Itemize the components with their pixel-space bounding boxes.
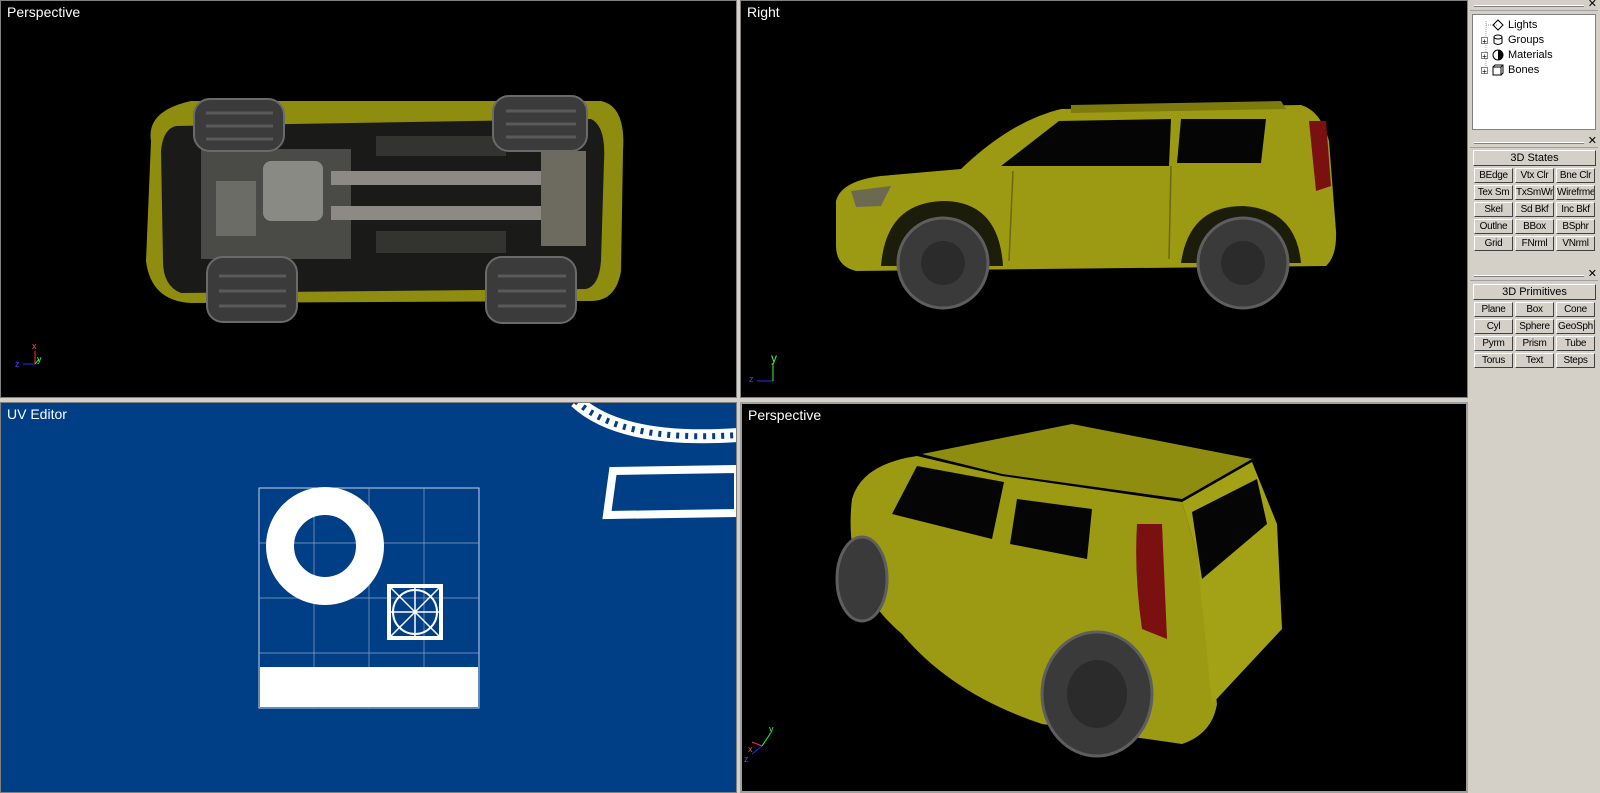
primitives-header-button[interactable]: 3D Primitives [1473, 284, 1596, 300]
axis-label-x: x [748, 744, 753, 754]
viewport-title: Perspective [748, 407, 822, 423]
states-button-tex-sm[interactable]: Tex Sm [1474, 185, 1513, 200]
axis-label-y: y [771, 351, 777, 365]
viewport-title: UV Editor [7, 406, 67, 422]
expand-icon[interactable]: + [1481, 36, 1488, 45]
states-button-vtx-clr[interactable]: Vtx Clr [1515, 168, 1554, 183]
states-button-grid[interactable]: Grid [1474, 236, 1513, 251]
axis-label-z: z [749, 374, 754, 384]
car-side-render [757, 101, 1337, 382]
viewport-title: Right [747, 4, 780, 20]
viewport-title: Perspective [7, 4, 81, 20]
scene-tree[interactable]: Lights + Groups + Materials + Bones [1472, 14, 1596, 130]
states-button-sd-bkf[interactable]: Sd Bkf [1515, 202, 1554, 217]
tree-item-groups[interactable]: + Groups [1481, 33, 1544, 47]
tree-item-label: Materials [1508, 49, 1553, 61]
primitive-button-geosph[interactable]: GeoSph [1556, 319, 1595, 334]
tree-item-lights[interactable]: Lights [1481, 18, 1537, 32]
viewport-perspective-top[interactable]: Perspective z x y [0, 0, 737, 398]
primitive-button-sphere[interactable]: Sphere [1515, 319, 1554, 334]
primitive-button-plane[interactable]: Plane [1474, 302, 1513, 317]
tree-item-label: Bones [1508, 64, 1540, 76]
axis-label-x: x [32, 341, 37, 351]
viewport-right[interactable]: Right z y [740, 0, 1468, 398]
uv-layout [258, 403, 736, 709]
car-underside-render [23, 95, 624, 365]
tree-item-bones[interactable]: + Bones [1481, 63, 1539, 77]
car-rear-perspective-render [751, 424, 1282, 758]
states-button-txsmwr[interactable]: TxSmWr [1515, 185, 1554, 200]
primitive-button-box[interactable]: Box [1515, 302, 1554, 317]
axis-label-z: z [15, 359, 20, 369]
primitive-button-text[interactable]: Text [1515, 353, 1554, 368]
close-icon[interactable]: ✕ [1588, 0, 1597, 10]
states-button-bbox[interactable]: BBox [1515, 219, 1554, 234]
groups-icon [1493, 34, 1503, 45]
primitive-button-cone[interactable]: Cone [1556, 302, 1595, 317]
tree-item-label: Lights [1508, 19, 1538, 31]
bones-icon [1492, 64, 1504, 76]
primitive-button-cyl[interactable]: Cyl [1474, 319, 1513, 334]
primitive-button-steps[interactable]: Steps [1556, 353, 1595, 368]
states-button-inc-bkf[interactable]: Inc Bkf [1556, 202, 1595, 217]
scene-tree-panel-bar: ✕ [1470, 0, 1598, 12]
viewport-uv-editor[interactable]: UV Editor [0, 402, 737, 793]
close-icon[interactable]: ✕ [1588, 268, 1597, 280]
states-button-bsphr[interactable]: BSphr [1556, 219, 1595, 234]
primitive-button-prism[interactable]: Prism [1515, 336, 1554, 351]
primitive-button-tube[interactable]: Tube [1556, 336, 1595, 351]
primitives-panel-bar: ✕ [1470, 268, 1598, 282]
axis-label-y: y [37, 354, 42, 364]
states-button-bne-clr[interactable]: Bne Clr [1556, 168, 1595, 183]
viewport-perspective-bottom[interactable]: Perspective x y z [740, 402, 1468, 793]
tree-item-materials[interactable]: + Materials [1481, 48, 1553, 62]
materials-icon [1492, 49, 1504, 61]
close-icon[interactable]: ✕ [1588, 135, 1597, 147]
primitive-button-pyrm[interactable]: Pyrm [1474, 336, 1513, 351]
states-button-skel[interactable]: Skel [1474, 202, 1513, 217]
axis-label-z: z [744, 754, 749, 764]
states-header-button[interactable]: 3D States [1473, 150, 1596, 166]
states-panel-bar: ✕ [1470, 135, 1598, 149]
states-button-vnrml[interactable]: VNrml [1556, 236, 1595, 251]
axis-label-y: y [769, 724, 774, 734]
states-button-wirefrme[interactable]: Wirefrme [1556, 185, 1595, 200]
light-icon [1492, 19, 1504, 31]
expand-icon[interactable]: + [1481, 66, 1488, 75]
primitive-button-torus[interactable]: Torus [1474, 353, 1513, 368]
expand-icon[interactable]: + [1481, 51, 1488, 60]
tree-item-label: Groups [1508, 34, 1545, 46]
states-button-outlne[interactable]: Outlne [1474, 219, 1513, 234]
states-button-fnrml[interactable]: FNrml [1515, 236, 1554, 251]
states-button-bedge[interactable]: BEdge [1474, 168, 1513, 183]
